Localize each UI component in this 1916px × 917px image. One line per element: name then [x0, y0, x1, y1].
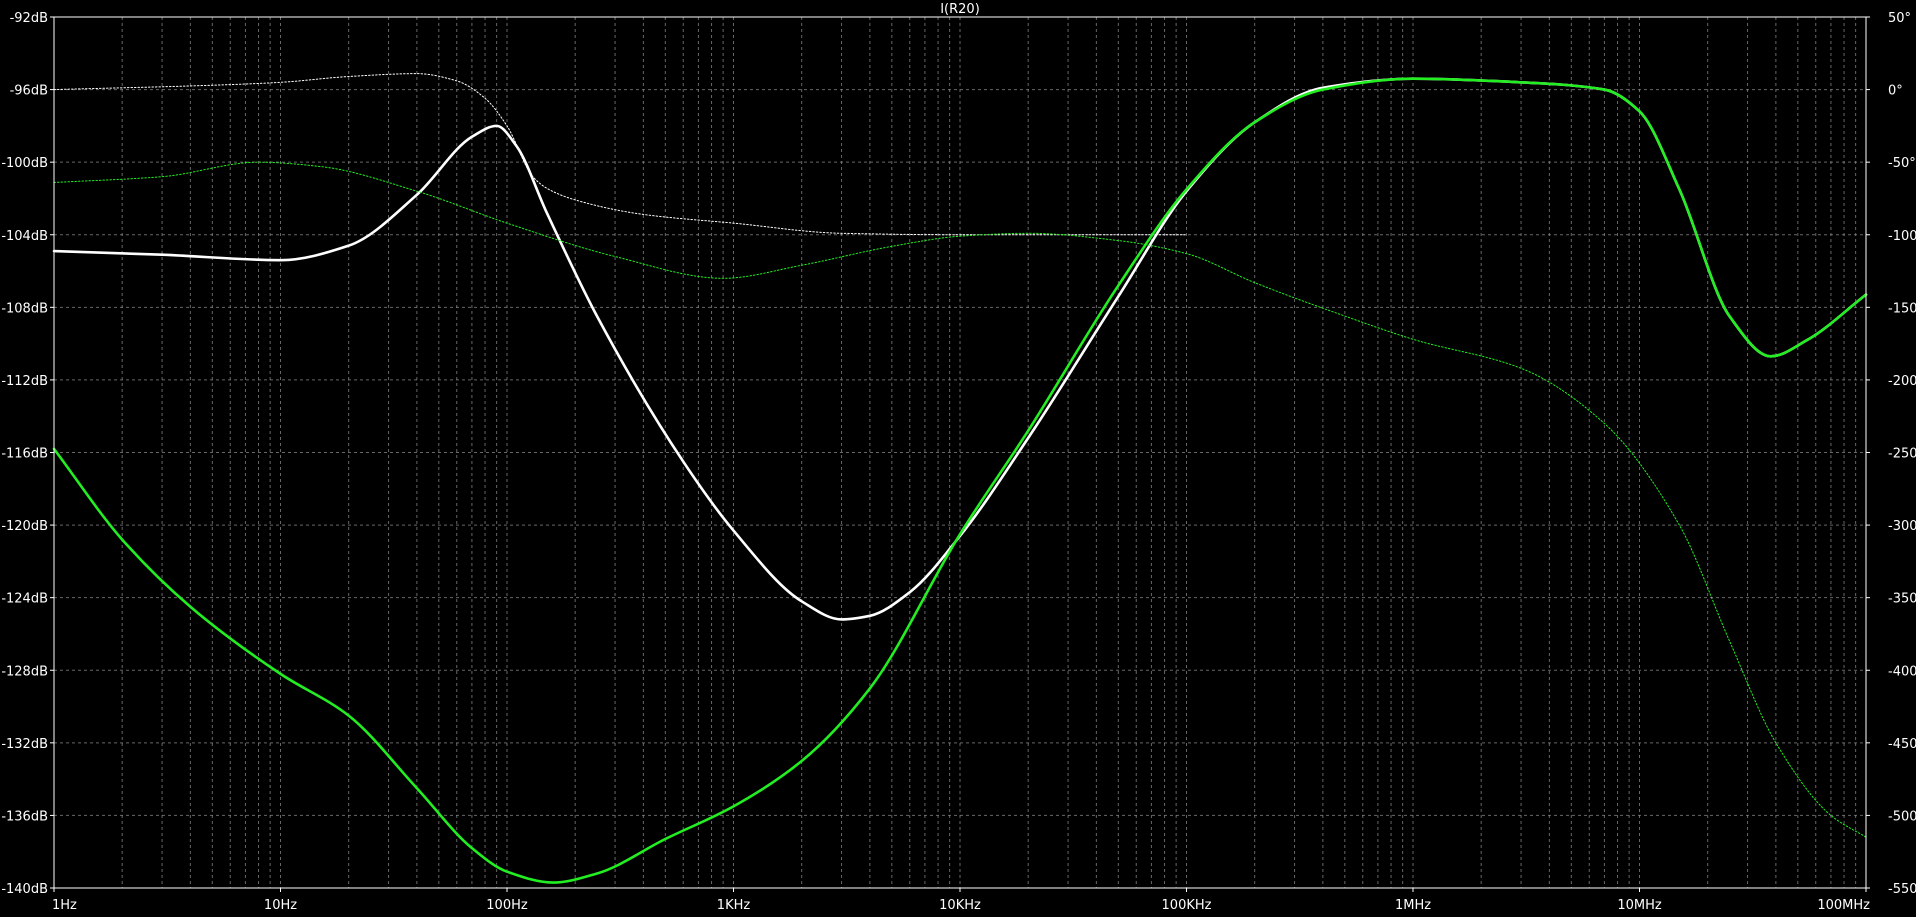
y-left-tick-label: -96dB: [10, 84, 48, 99]
y-right-tick-label: -200°: [1888, 374, 1916, 389]
y-left-tick-label: -128dB: [1, 664, 48, 679]
y-right-tick-label: 50°: [1888, 11, 1911, 26]
y-right-tick-label: -500°: [1888, 809, 1916, 824]
y-left-tick-label: -140dB: [1, 882, 48, 897]
y-right-tick-label: -50°: [1888, 156, 1916, 171]
y-right-tick-label: -100°: [1888, 229, 1916, 244]
y-right-tick-label: -450°: [1888, 737, 1916, 752]
y-right-tick-label: -550°: [1888, 882, 1916, 897]
y-right-tick-label: -400°: [1888, 664, 1916, 679]
x-tick-label: 1MHz: [1395, 898, 1431, 913]
plot-background: [0, 0, 1916, 917]
y-right-tick-label: 0°: [1888, 84, 1903, 99]
y-left-tick-label: -112dB: [1, 374, 48, 389]
chart-title: I(R20): [940, 2, 980, 17]
x-tick-label: 1Hz: [52, 898, 77, 913]
x-tick-label: 10MHz: [1617, 898, 1662, 913]
x-tick-label: 100KHz: [1162, 898, 1212, 913]
y-right-tick-label: -350°: [1888, 592, 1916, 607]
x-tick-label: 100MHz: [1817, 898, 1870, 913]
y-left-tick-label: -132dB: [1, 737, 48, 752]
y-left-tick-label: -100dB: [1, 156, 48, 171]
y-left-tick-label: -120dB: [1, 519, 48, 534]
y-left-tick-label: -116dB: [1, 447, 48, 462]
x-tick-label: 1KHz: [717, 898, 751, 913]
y-right-tick-label: -150°: [1888, 301, 1916, 316]
y-left-tick-label: -136dB: [1, 809, 48, 824]
y-right-tick-label: -300°: [1888, 519, 1916, 534]
y-left-tick-label: -92dB: [10, 11, 48, 26]
x-tick-label: 10Hz: [264, 898, 297, 913]
x-tick-label: 100Hz: [486, 898, 528, 913]
y-left-tick-label: -124dB: [1, 592, 48, 607]
y-right-tick-label: -250°: [1888, 447, 1916, 462]
y-left-tick-label: -104dB: [1, 229, 48, 244]
x-tick-label: 10KHz: [939, 898, 981, 913]
y-left-tick-label: -108dB: [1, 301, 48, 316]
bode-plot: -92dB -96dB -100dB -104dB -108dB -112dB -116dB…: [0, 0, 1916, 917]
